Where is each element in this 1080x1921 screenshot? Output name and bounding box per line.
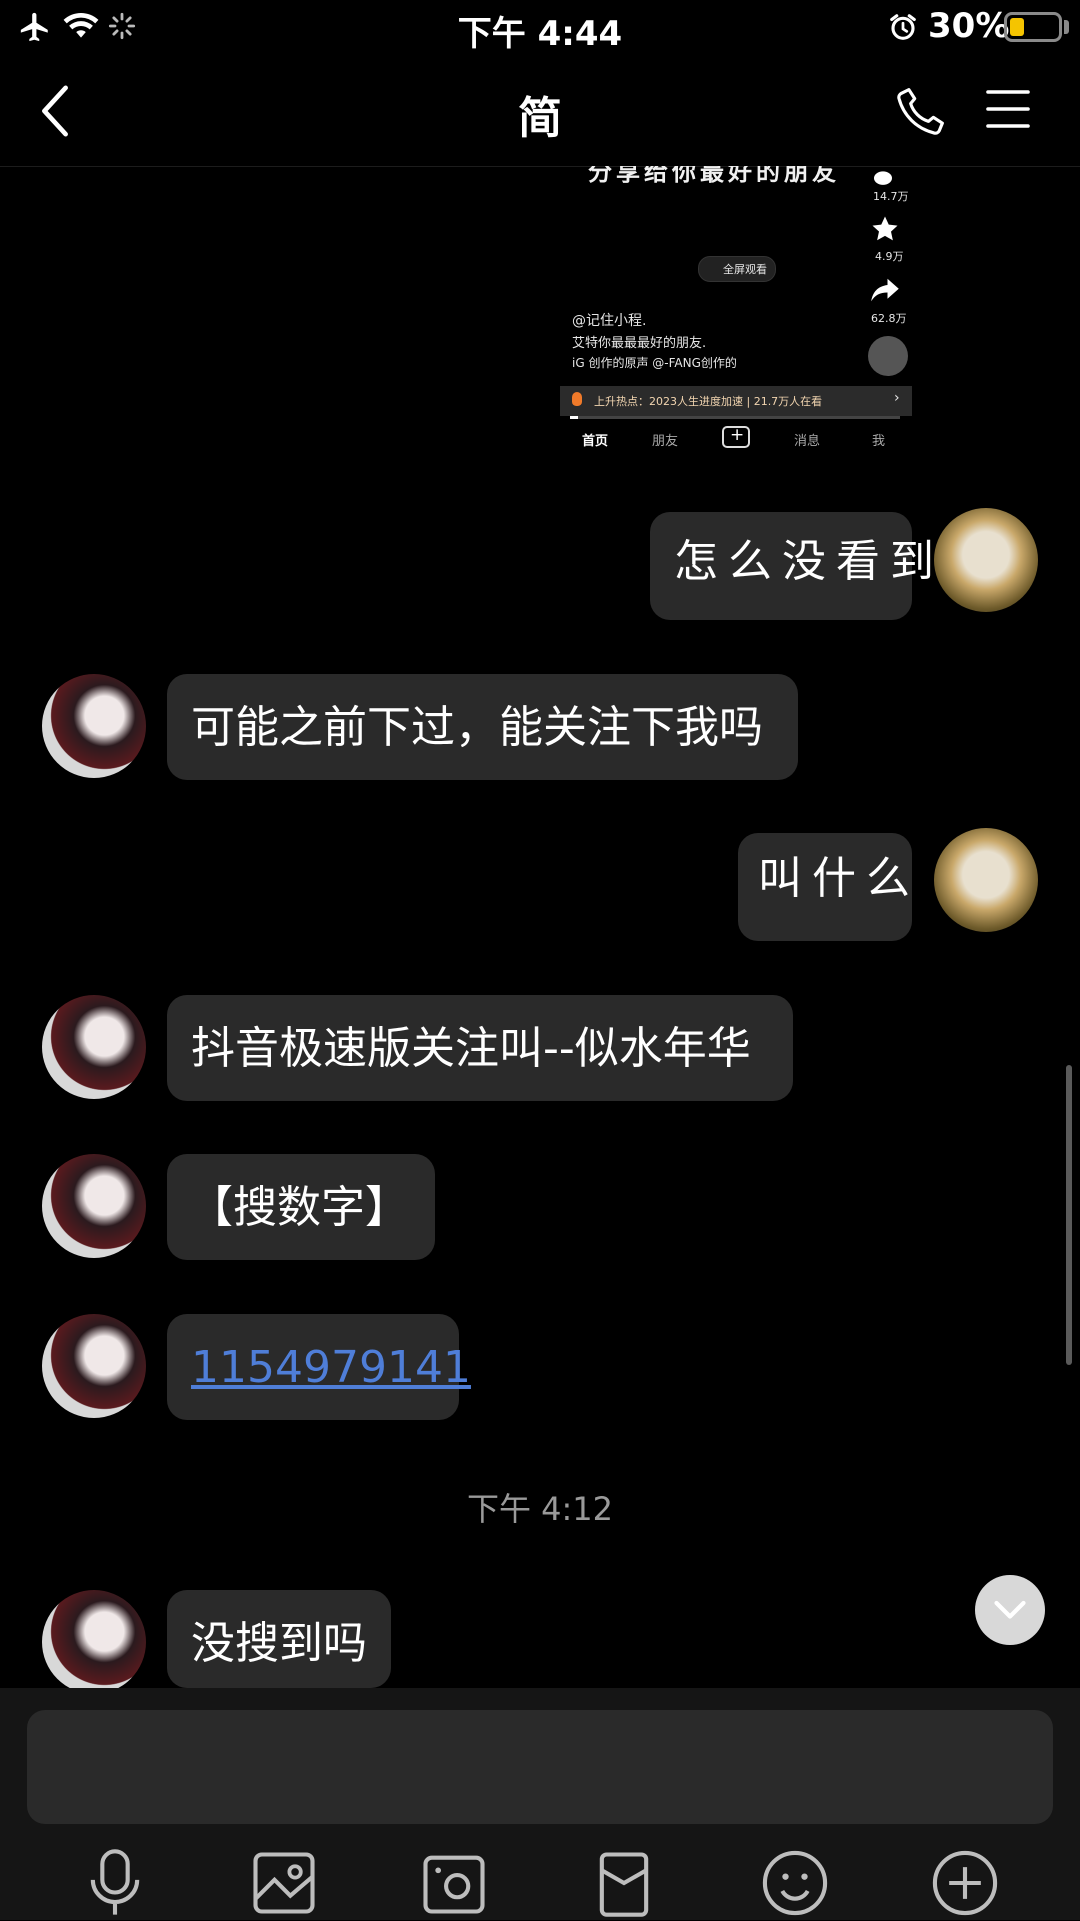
- nav-me: 我: [872, 434, 886, 449]
- nav-messages: 消息: [794, 434, 821, 449]
- hot-banner-text: 上升热点：2023人生进度加速 | 21.7万人在看: [594, 395, 823, 408]
- my-avatar[interactable]: [934, 508, 1038, 612]
- scroll-to-bottom-button[interactable]: [975, 1575, 1045, 1645]
- scrollbar[interactable]: [1066, 1065, 1072, 1365]
- phone-icon[interactable]: [894, 84, 948, 138]
- status-time: 下午 4:44: [457, 14, 623, 54]
- battery-percent: 30%: [928, 6, 1010, 46]
- message-text: 没搜到吗: [191, 1618, 367, 1669]
- nav-friends: 朋友: [652, 434, 679, 449]
- nav-home: 首页: [582, 434, 609, 449]
- message-timestamp: 下午 4:12: [466, 1490, 614, 1528]
- screenshot-caption: 分享给你最好的朋友: [588, 166, 840, 186]
- hot-banner: 上升热点：2023人生进度加速 | 21.7万人在看 ›: [560, 386, 912, 416]
- image-icon[interactable]: [246, 1845, 322, 1921]
- message-text: 可能之前下过，能关注下我吗: [191, 702, 763, 753]
- battery-icon: [1004, 12, 1062, 42]
- video-progress: [570, 416, 900, 419]
- fullscreen-label: 全屏观看: [723, 263, 767, 276]
- red-packet-icon[interactable]: [586, 1845, 662, 1921]
- star-count: 4.9万: [875, 250, 904, 263]
- nav-plus-icon: +: [722, 425, 750, 448]
- contact-avatar[interactable]: [42, 995, 146, 1099]
- message-text: 叫什么: [758, 853, 920, 904]
- like-count: 14.7万: [873, 190, 909, 203]
- music-disc-icon: [868, 336, 908, 376]
- chevron-down-icon: [994, 1600, 1026, 1619]
- message-bubble-incoming[interactable]: 1154979141: [167, 1314, 471, 1420]
- microphone-icon[interactable]: [77, 1845, 153, 1921]
- message-text: 怎么没看到: [674, 536, 944, 587]
- message-text: 【搜数字】: [189, 1182, 409, 1233]
- menu-icon[interactable]: [984, 88, 1032, 130]
- alarm-icon: [890, 14, 916, 40]
- emoji-icon[interactable]: [757, 1845, 833, 1921]
- chevron-right-icon: ›: [894, 390, 900, 406]
- header-divider: [0, 166, 1080, 167]
- message-bubble-incoming[interactable]: 【搜数字】: [167, 1154, 435, 1260]
- message-bubble-outgoing[interactable]: 叫什么: [738, 833, 912, 941]
- video-music: iG 创作的原声 @-FANG创作的: [572, 356, 737, 370]
- flame-icon: [572, 392, 582, 406]
- plus-icon[interactable]: [927, 1845, 1003, 1921]
- my-avatar[interactable]: [934, 828, 1038, 932]
- battery-cap: [1064, 20, 1069, 34]
- message-input[interactable]: [27, 1710, 1053, 1824]
- video-description: 艾特你最最最好的朋友.: [572, 336, 707, 351]
- shared-screenshot-message[interactable]: 分享给你最好的朋友 14.7万 4.9万 62.8万 全屏观看 @记住小程. 艾…: [558, 166, 914, 456]
- status-bar: 下午 4:44 30%: [0, 0, 1080, 54]
- contact-avatar[interactable]: [42, 1154, 146, 1258]
- message-bubble-incoming[interactable]: 可能之前下过，能关注下我吗: [167, 674, 798, 780]
- share-count: 62.8万: [871, 312, 907, 325]
- message-bubble-incoming[interactable]: 没搜到吗: [167, 1590, 391, 1688]
- message-text: 抖音极速版关注叫--似水年华: [191, 1023, 751, 1074]
- video-author: @记住小程.: [572, 313, 647, 329]
- contact-avatar[interactable]: [42, 674, 146, 778]
- fullscreen-button: 全屏观看: [698, 256, 776, 282]
- message-bubble-incoming[interactable]: 抖音极速版关注叫--似水年华: [167, 995, 793, 1101]
- message-bubble-outgoing[interactable]: 怎么没看到: [650, 512, 934, 620]
- message-link[interactable]: 1154979141: [191, 1342, 471, 1393]
- contact-avatar[interactable]: [42, 1590, 146, 1694]
- contact-avatar[interactable]: [42, 1314, 146, 1418]
- comment-icon: [874, 171, 892, 185]
- star-icon: [872, 216, 898, 241]
- share-icon: [871, 278, 899, 302]
- camera-icon[interactable]: [416, 1845, 492, 1921]
